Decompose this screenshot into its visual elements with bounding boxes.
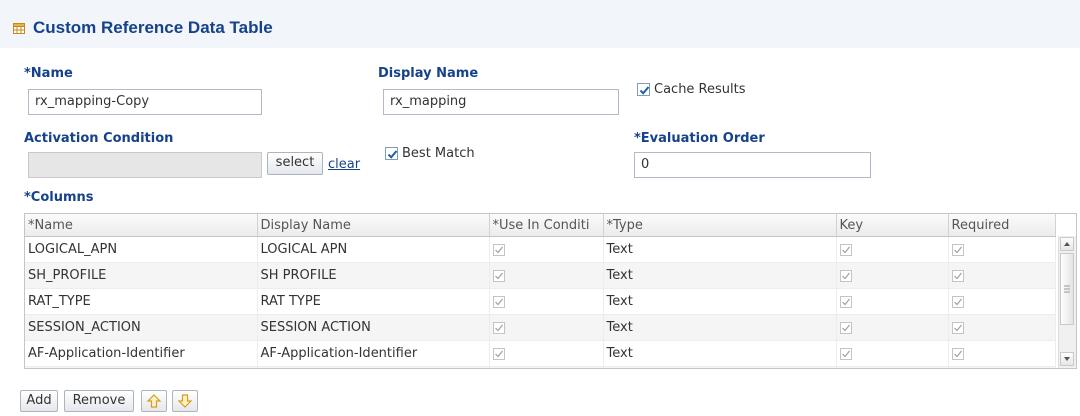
panel-title-text: Custom Reference Data Table	[33, 18, 273, 37]
checkbox-icon[interactable]	[951, 269, 964, 282]
arrow-down-icon	[177, 394, 193, 408]
cell-use-in-condition[interactable]	[489, 366, 604, 368]
add-button[interactable]: Add	[20, 390, 58, 412]
evaluation-order-field[interactable]: 0	[634, 152, 871, 178]
cell-display-name[interactable]: Media-Type	[257, 366, 490, 368]
cell-key[interactable]	[836, 366, 949, 368]
cell-key[interactable]	[836, 288, 949, 315]
col-header-key[interactable]: Key	[836, 214, 949, 237]
clear-link[interactable]: clear	[328, 157, 360, 172]
select-button[interactable]: select	[267, 152, 323, 175]
cell-use-in-condition[interactable]	[489, 262, 604, 289]
activation-condition-field	[28, 152, 262, 178]
col-header-display-name[interactable]: Display Name	[257, 214, 490, 237]
arrow-up-icon	[146, 394, 162, 408]
checkbox-icon[interactable]	[839, 243, 852, 256]
cell-type[interactable]: Text	[603, 262, 837, 289]
col-header-type[interactable]: *Type	[603, 214, 837, 237]
cell-display-name[interactable]: SH PROFILE	[257, 262, 490, 289]
columns-label: *Columns	[24, 190, 94, 205]
cache-results-checkbox[interactable]: Cache Results	[637, 82, 746, 97]
remove-button[interactable]: Remove	[64, 390, 134, 412]
cell-key[interactable]	[836, 314, 949, 341]
checkbox-icon[interactable]	[839, 295, 852, 308]
cell-display-name[interactable]: RAT TYPE	[257, 288, 490, 315]
cell-key[interactable]	[836, 262, 949, 289]
checkbox-icon[interactable]	[492, 347, 505, 360]
table-row[interactable]: Media-TypeMedia-Type Text	[25, 366, 1056, 368]
col-header-name[interactable]: *Name	[25, 214, 258, 237]
checkbox-icon[interactable]	[951, 347, 964, 360]
cell-required[interactable]	[948, 340, 1056, 367]
cell-use-in-condition[interactable]	[489, 340, 604, 367]
checkbox-icon[interactable]	[951, 321, 964, 334]
checkbox-icon[interactable]	[492, 269, 505, 282]
cell-type[interactable]: Text	[603, 236, 837, 263]
cache-results-label: Cache Results	[654, 82, 746, 97]
checkbox-icon[interactable]	[839, 269, 852, 282]
name-field[interactable]: rx_mapping-Copy	[28, 89, 262, 115]
checkbox-icon[interactable]	[839, 321, 852, 334]
checkbox-icon[interactable]	[839, 347, 852, 360]
activation-condition-label: Activation Condition	[24, 131, 174, 146]
cell-use-in-condition[interactable]	[489, 236, 604, 263]
checkbox-icon	[385, 147, 398, 160]
table-row[interactable]: LOGICAL_APN LOGICAL APN Text	[25, 236, 1056, 263]
cell-display-name[interactable]: LOGICAL APN	[257, 236, 490, 263]
move-up-button[interactable]	[141, 390, 167, 412]
scroll-up-icon[interactable]	[1060, 237, 1074, 251]
display-name-label: Display Name	[378, 66, 479, 81]
scroll-thumb[interactable]	[1060, 253, 1074, 325]
display-name-field[interactable]: rx_mapping	[383, 89, 619, 115]
table-icon	[13, 22, 25, 34]
cell-name[interactable]: SH_PROFILE	[25, 262, 258, 289]
cell-name[interactable]: SESSION_ACTION	[25, 314, 258, 341]
col-header-required[interactable]: Required	[948, 214, 1056, 237]
grid-header-row: *Name Display Name *Use In Conditi *Type…	[25, 214, 1056, 237]
checkbox-icon	[637, 83, 650, 96]
panel-header: Custom Reference Data Table	[0, 0, 1080, 48]
move-down-button[interactable]	[172, 390, 198, 412]
cell-type[interactable]: Text	[603, 366, 837, 368]
checkbox-icon[interactable]	[492, 243, 505, 256]
col-header-use-in-condition[interactable]: *Use In Conditi	[489, 214, 604, 237]
cell-required[interactable]	[948, 366, 1056, 368]
checkbox-icon[interactable]	[951, 295, 964, 308]
name-label: *Name	[24, 66, 73, 81]
best-match-checkbox[interactable]: Best Match	[385, 146, 475, 161]
cell-type[interactable]: Text	[603, 340, 837, 367]
cell-key[interactable]	[836, 340, 949, 367]
grid-scrollbar[interactable]	[1058, 236, 1076, 368]
evaluation-order-label: *Evaluation Order	[634, 131, 765, 146]
cell-name[interactable]: LOGICAL_APN	[25, 236, 258, 263]
cell-required[interactable]	[948, 288, 1056, 315]
best-match-label: Best Match	[402, 146, 475, 161]
cell-name[interactable]: Media-Type	[25, 366, 258, 368]
checkbox-icon[interactable]	[951, 243, 964, 256]
cell-display-name[interactable]: SESSION ACTION	[257, 314, 490, 341]
panel-title: Custom Reference Data Table	[13, 18, 273, 38]
cell-use-in-condition[interactable]	[489, 288, 604, 315]
checkbox-icon[interactable]	[492, 295, 505, 308]
cell-required[interactable]	[948, 262, 1056, 289]
cell-type[interactable]: Text	[603, 314, 837, 341]
cell-required[interactable]	[948, 314, 1056, 341]
table-row[interactable]: RAT_TYPE RAT TYPE Text	[25, 288, 1056, 315]
cell-required[interactable]	[948, 236, 1056, 263]
cell-display-name[interactable]: AF-Application-Identifier	[257, 340, 490, 367]
table-row[interactable]: SESSION_ACTION SESSION ACTION Text	[25, 314, 1056, 341]
cell-name[interactable]: RAT_TYPE	[25, 288, 258, 315]
cell-use-in-condition[interactable]	[489, 314, 604, 341]
columns-grid: *Name Display Name *Use In Conditi *Type…	[24, 213, 1077, 369]
table-row[interactable]: AF-Application-Identifier AF-Application-…	[25, 340, 1056, 367]
checkbox-icon[interactable]	[492, 321, 505, 334]
cell-type[interactable]: Text	[603, 288, 837, 315]
cell-name[interactable]: AF-Application-Identifier	[25, 340, 258, 367]
table-row[interactable]: SH_PROFILE SH PROFILE Text	[25, 262, 1056, 289]
cell-key[interactable]	[836, 236, 949, 263]
scroll-down-icon[interactable]	[1060, 352, 1074, 366]
